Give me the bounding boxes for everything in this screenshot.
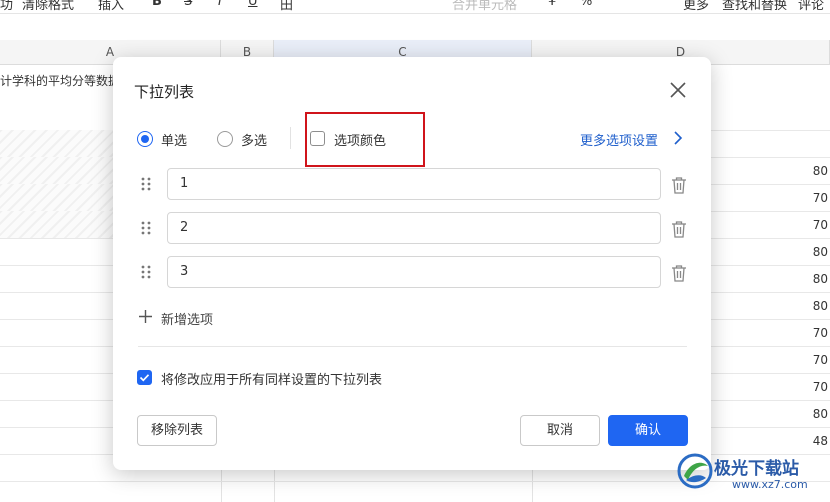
single-select-label[interactable]: 单选 [161,130,187,149]
divider [290,127,291,149]
cell-d-value[interactable]: 70 [813,326,828,340]
cell-d-value[interactable]: 80 [813,407,828,421]
apply-all-label[interactable]: 将修改应用于所有同样设置的下拉列表 [161,369,382,388]
add-option-label: 新增选项 [161,313,214,328]
option-input[interactable]: 2 [167,212,661,244]
more-settings-link[interactable]: 更多选项设置 [580,130,658,149]
cell-d-value[interactable]: 48 [813,434,828,448]
toolbar-item-0[interactable]: 功 [0,0,13,13]
italic-icon[interactable]: I [218,0,222,9]
cell-d-value[interactable]: 70 [813,218,828,232]
option-input[interactable]: 1 [167,168,661,200]
cell-d-value[interactable]: 70 [813,191,828,205]
border-icon[interactable]: 田 [280,0,293,13]
bold-icon[interactable]: B [152,0,162,9]
toolbar-find-replace[interactable]: 查找和替换 [722,0,787,13]
cancel-button[interactable]: 取消 [520,415,600,446]
confirm-button[interactable]: 确认 [608,415,688,446]
watermark-name: 极光下载站 [714,459,799,479]
toolbar-more[interactable]: 更多 [683,0,709,13]
cell-d-value[interactable]: 70 [813,380,828,394]
hatched-cell [0,211,113,238]
toolbar-merge-cells[interactable]: 合并单元格 [452,0,517,13]
hatched-cell [0,157,113,184]
dropdown-list-dialog: 下拉列表 单选 多选 选项颜色 更多选项设置 1 2 3 新增选项 将修改应用于… [113,57,711,470]
cell-d-value[interactable]: 80 [813,245,828,259]
trash-icon[interactable] [671,264,687,282]
plus-icon [138,309,153,324]
watermark: 极光下载站 www.xz7.com [668,448,828,500]
apply-all-checkbox[interactable] [137,370,152,385]
cell-d-value[interactable]: 80 [813,272,828,286]
underline-icon[interactable]: U [248,0,258,9]
toolbar-clear-format[interactable]: 清除格式 [22,0,74,13]
strikethrough-icon[interactable]: S [184,0,192,9]
cell-a1[interactable]: 计学科的平均分等数据 [0,72,120,89]
highlight-box [305,112,425,167]
trash-icon[interactable] [671,176,687,194]
cell-d-value[interactable]: 70 [813,353,828,367]
multi-select-label[interactable]: 多选 [241,130,267,149]
toolbar-insert[interactable]: 插入 [98,0,124,13]
cell-d-value[interactable]: 80 [813,299,828,313]
option-input[interactable]: 3 [167,256,661,288]
close-icon[interactable] [668,80,688,100]
multi-select-radio[interactable] [217,131,233,147]
trash-icon[interactable] [671,220,687,238]
toolbar-comment[interactable]: 评论 [798,0,824,13]
hatched-cell [0,184,113,211]
toolbar: 功 清除格式 插入 B S I U 田 合并单元格 ¥ % 更多 查找和替换 评… [0,0,830,14]
hatched-cell [0,130,113,157]
drag-handle-icon[interactable] [140,220,152,236]
watermark-url: www.xz7.com [732,478,808,491]
drag-handle-icon[interactable] [140,176,152,192]
single-select-radio[interactable] [137,131,153,147]
remove-list-button[interactable]: 移除列表 [137,415,217,446]
chevron-right-icon[interactable] [673,130,683,146]
divider [138,346,687,347]
drag-handle-icon[interactable] [140,264,152,280]
watermark-logo-icon [676,452,714,490]
dialog-title: 下拉列表 [134,83,195,101]
percent-icon[interactable]: % [580,0,592,9]
currency-icon[interactable]: ¥ [548,0,556,9]
cell-d-value[interactable]: 80 [813,164,828,178]
